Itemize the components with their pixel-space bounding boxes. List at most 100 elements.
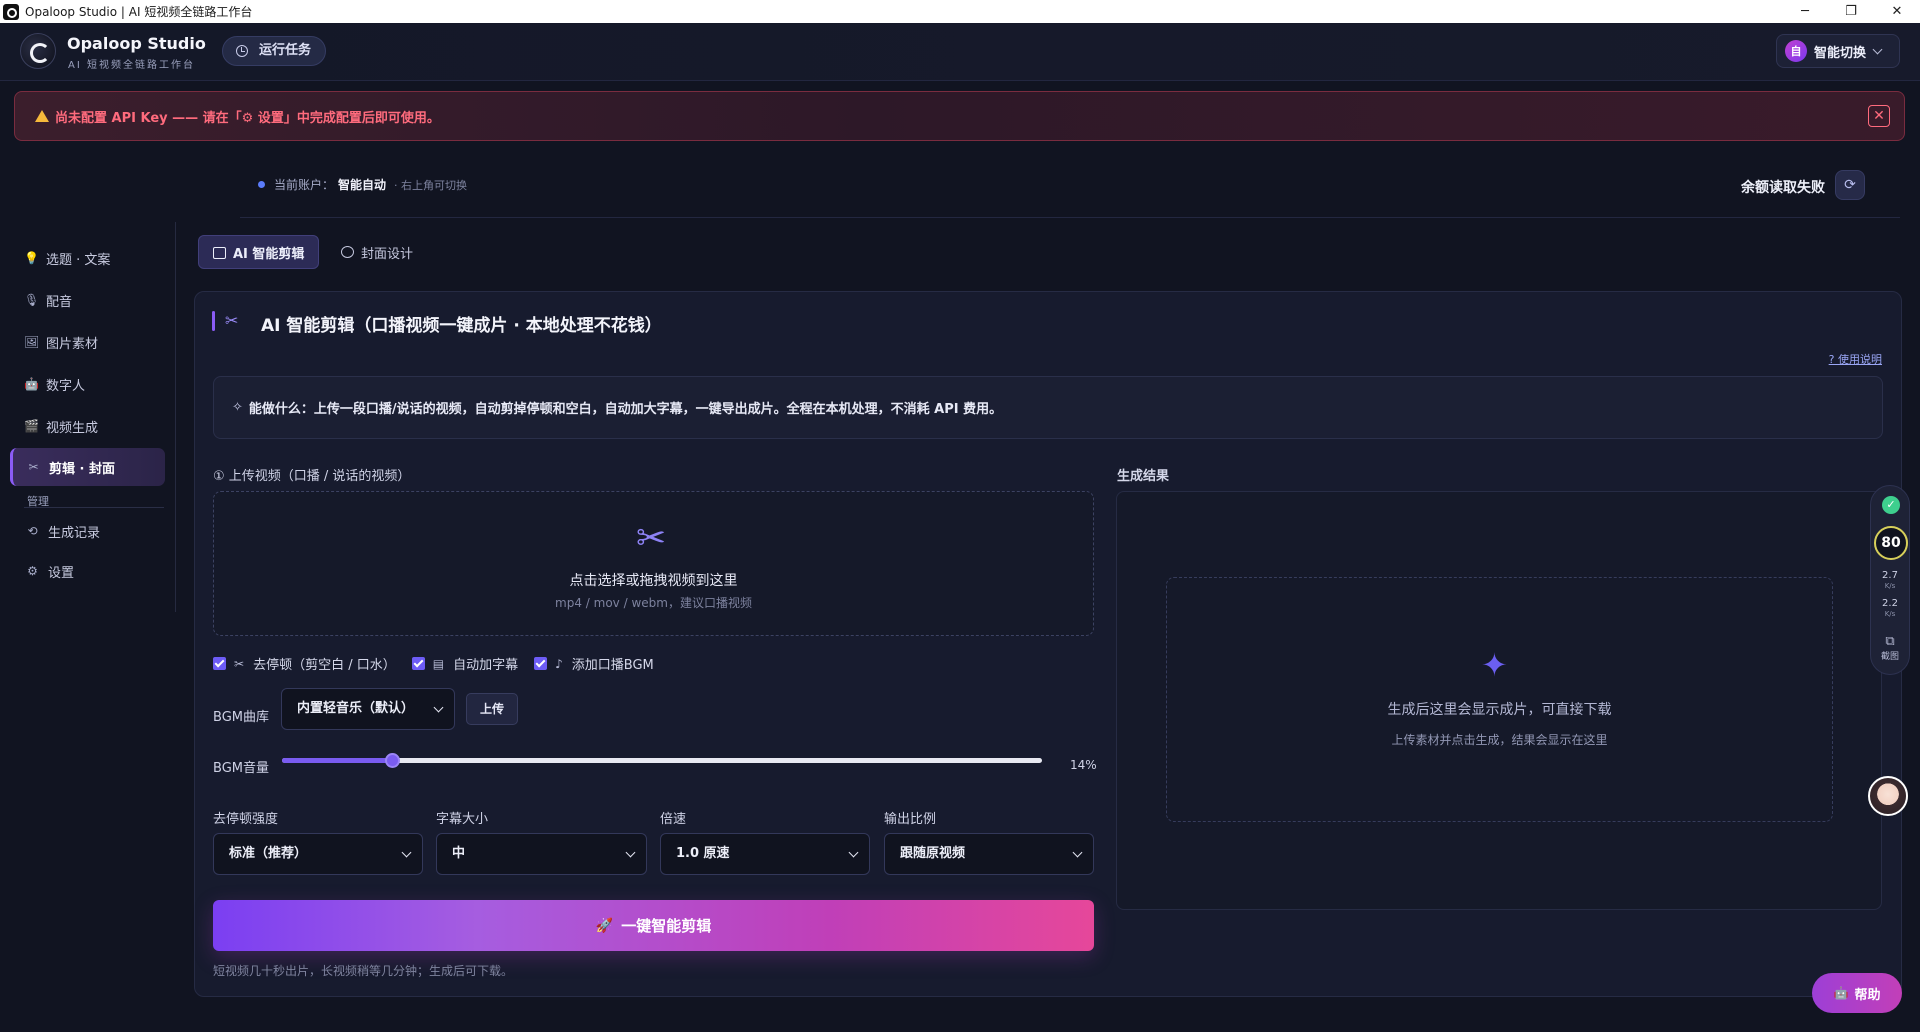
auto-subtitle-option[interactable]: ▤ 自动加字幕 — [411, 654, 519, 673]
clapperboard-icon: 🎬 — [24, 418, 39, 433]
bgm-upload-button[interactable]: 上传 — [466, 693, 518, 725]
chevron-down-icon — [1872, 44, 1883, 54]
sidebar-item-label: 配音 — [46, 294, 73, 310]
add-bgm-checkbox[interactable] — [534, 657, 548, 670]
brand-name: Opaloop Studio — [67, 34, 206, 53]
sidebar-divider — [175, 222, 176, 612]
scissors-icon: ✂ — [28, 459, 39, 474]
bgm-volume-label: BGM音量 — [213, 761, 269, 776]
screenshot-button[interactable]: ⧉ 截图 — [1871, 634, 1909, 662]
upload-label: ① 上传视频（口播 / 说话的视频） — [213, 469, 411, 484]
sidebar-item-settings[interactable]: ⚙ 设置 — [12, 552, 167, 590]
bgm-library-select[interactable]: 内置轻音乐（默认） — [281, 688, 455, 730]
sparkle-icon: ✧ — [232, 400, 243, 415]
account-label: 当前账户： — [274, 178, 335, 192]
usage-help-link[interactable]: ? 使用说明 — [1829, 351, 1882, 367]
sidebar-item-images[interactable]: 🖼 图片素材 — [10, 323, 165, 361]
history-icon: ⟲ — [27, 523, 38, 538]
music-note-icon: ♪ — [555, 656, 563, 671]
minimize-button[interactable]: ─ — [1782, 0, 1828, 23]
clock-icon — [236, 45, 248, 57]
screenshot-icon: ⧉ — [1885, 634, 1895, 649]
aspect-ratio-label: 输出比例 — [884, 812, 937, 827]
sidebar-item-label: 选题 · 文案 — [46, 252, 111, 268]
sidebar-section-divider — [24, 507, 164, 508]
help-button[interactable]: 🤖 帮助 — [1812, 973, 1902, 1013]
title-accent-bar — [212, 311, 215, 331]
add-bgm-option[interactable]: ♪ 添加口播BGM — [534, 654, 654, 673]
sidebar-item-video[interactable]: 🎬 视频生成 — [10, 407, 165, 445]
scissors-icon: ✂ — [234, 656, 245, 671]
account-name: 智能自动 — [338, 178, 387, 192]
run-task-label: 运行任务 — [259, 43, 312, 58]
rocket-icon: 🚀 — [595, 917, 614, 934]
speed-label: 倍速 — [660, 812, 687, 827]
brand-logo — [20, 33, 56, 69]
bgm-volume-slider[interactable] — [282, 753, 1042, 768]
account-switch-label: 智能切换 — [1814, 45, 1867, 61]
panel-title: AI 智能剪辑（口播视频一键成片 · 本地处理不花钱） — [261, 316, 662, 336]
bgm-volume-value: 14% — [1070, 758, 1097, 772]
image-icon: 🖼 — [24, 334, 40, 349]
sidebar-item-label: 视频生成 — [46, 420, 99, 436]
speed-unit: K/s — [1884, 610, 1896, 618]
assistant-avatar[interactable] — [1868, 776, 1908, 816]
close-window-button[interactable]: ✕ — [1874, 0, 1920, 23]
sidebar-item-edit[interactable]: ✂ 剪辑 · 封面 — [10, 448, 165, 486]
remove-pause-option[interactable]: ✂ 去停顿（剪空白 / 口水） — [213, 654, 396, 673]
remove-pause-checkbox[interactable] — [213, 657, 226, 670]
video-upload-dropzone[interactable]: ✂ 点击选择或拖拽视频到这里 mp4 / mov / webm，建议口播视频 — [213, 491, 1094, 636]
sidebar-item-label: 设置 — [48, 565, 75, 581]
run-task-button[interactable]: 运行任务 — [222, 36, 327, 66]
sidebar-item-voice[interactable]: 🎙 配音 — [10, 281, 165, 319]
current-account: 当前账户： 智能自动 · 右上角可切换 — [258, 176, 467, 193]
upload-main-text: 点击选择或拖拽视频到这里 — [569, 573, 738, 589]
upload-speed: 2.7 K/s — [1871, 571, 1909, 591]
checkbox-label: 添加口播BGM — [571, 658, 654, 673]
subtitle-size-label: 字幕大小 — [436, 812, 489, 827]
result-placeholder: ✦ 生成后这里会显示成片，可直接下载 上传素材并点击生成，结果会显示在这里 — [1166, 577, 1833, 822]
upload-speed-value: 2.7 — [1882, 570, 1898, 581]
options-checkboxes: ✂ 去停顿（剪空白 / 口水） ▤ 自动加字幕 ♪ 添加口播BGM — [213, 654, 670, 673]
smart-edit-button[interactable]: 🚀 一键智能剪辑 — [213, 900, 1094, 951]
app-header: Opaloop Studio AI 短视频全链路工作台 运行任务 自 智能切换 — [0, 23, 1920, 81]
robot-icon: 🤖 — [1833, 986, 1849, 1000]
warning-icon — [35, 110, 49, 122]
refresh-balance-button[interactable]: ⟳ — [1835, 170, 1865, 200]
floating-monitor: ✓ 80 2.7 K/s 2.2 K/s ⧉ 截图 — [1870, 485, 1910, 675]
account-switch-dropdown[interactable]: 自 智能切换 — [1776, 34, 1900, 68]
checkbox-label: 去停顿（剪空白 / 口水） — [253, 658, 396, 673]
sidebar-item-history[interactable]: ⟲ 生成记录 — [12, 512, 167, 550]
tab-ai-edit[interactable]: AI 智能剪辑 — [198, 235, 320, 269]
account-hint: · 右上角可切换 — [394, 178, 468, 192]
maximize-button[interactable]: ❐ — [1828, 0, 1874, 23]
alert-close-button[interactable]: ✕ — [1868, 105, 1890, 127]
auto-subtitle-checkbox[interactable] — [411, 657, 425, 670]
window-titlebar: Opaloop Studio | AI 短视频全链路工作台 ─ ❐ ✕ — [0, 0, 1920, 23]
tab-cover-design[interactable]: 封面设计 — [327, 235, 427, 269]
sidebar-item-topic[interactable]: 💡 选题 · 文案 — [10, 239, 165, 277]
result-label: 生成结果 — [1117, 469, 1170, 484]
pause-strength-select[interactable]: 标准（推荐） — [213, 833, 423, 875]
bgm-library-label: BGM曲库 — [213, 710, 269, 725]
screenshot-label: 截图 — [1880, 652, 1899, 662]
sidebar-item-avatar[interactable]: 🤖 数字人 — [10, 365, 165, 403]
performance-score[interactable]: 80 — [1874, 526, 1908, 560]
account-avatar: 自 — [1785, 40, 1807, 62]
sidebar-item-label: 剪辑 · 封面 — [49, 461, 115, 477]
footnote: 短视频几十秒出片，长视频稍等几分钟；生成后可下载。 — [213, 964, 514, 978]
checkbox-label: 自动加字幕 — [453, 658, 519, 673]
speed-select[interactable]: 1.0 原速 — [660, 833, 870, 875]
aspect-ratio-select[interactable]: 跟随原视频 — [884, 833, 1094, 875]
sidebar-item-label: 生成记录 — [48, 525, 101, 541]
speed-unit: K/s — [1884, 582, 1896, 590]
smart-edit-label: 一键智能剪辑 — [621, 917, 712, 935]
alert-text: 尚未配置 API Key —— 请在「⚙ 设置」中完成配置后即可使用。 — [55, 110, 440, 126]
status-dot — [258, 181, 265, 188]
download-speed: 2.2 K/s — [1871, 599, 1909, 619]
subtitle-size-select[interactable]: 中 — [436, 833, 647, 875]
sidebar-item-label: 数字人 — [46, 378, 86, 394]
app-icon — [3, 3, 19, 20]
robot-icon: 🤖 — [24, 376, 39, 391]
window-title: Opaloop Studio | AI 短视频全链路工作台 — [25, 5, 253, 19]
